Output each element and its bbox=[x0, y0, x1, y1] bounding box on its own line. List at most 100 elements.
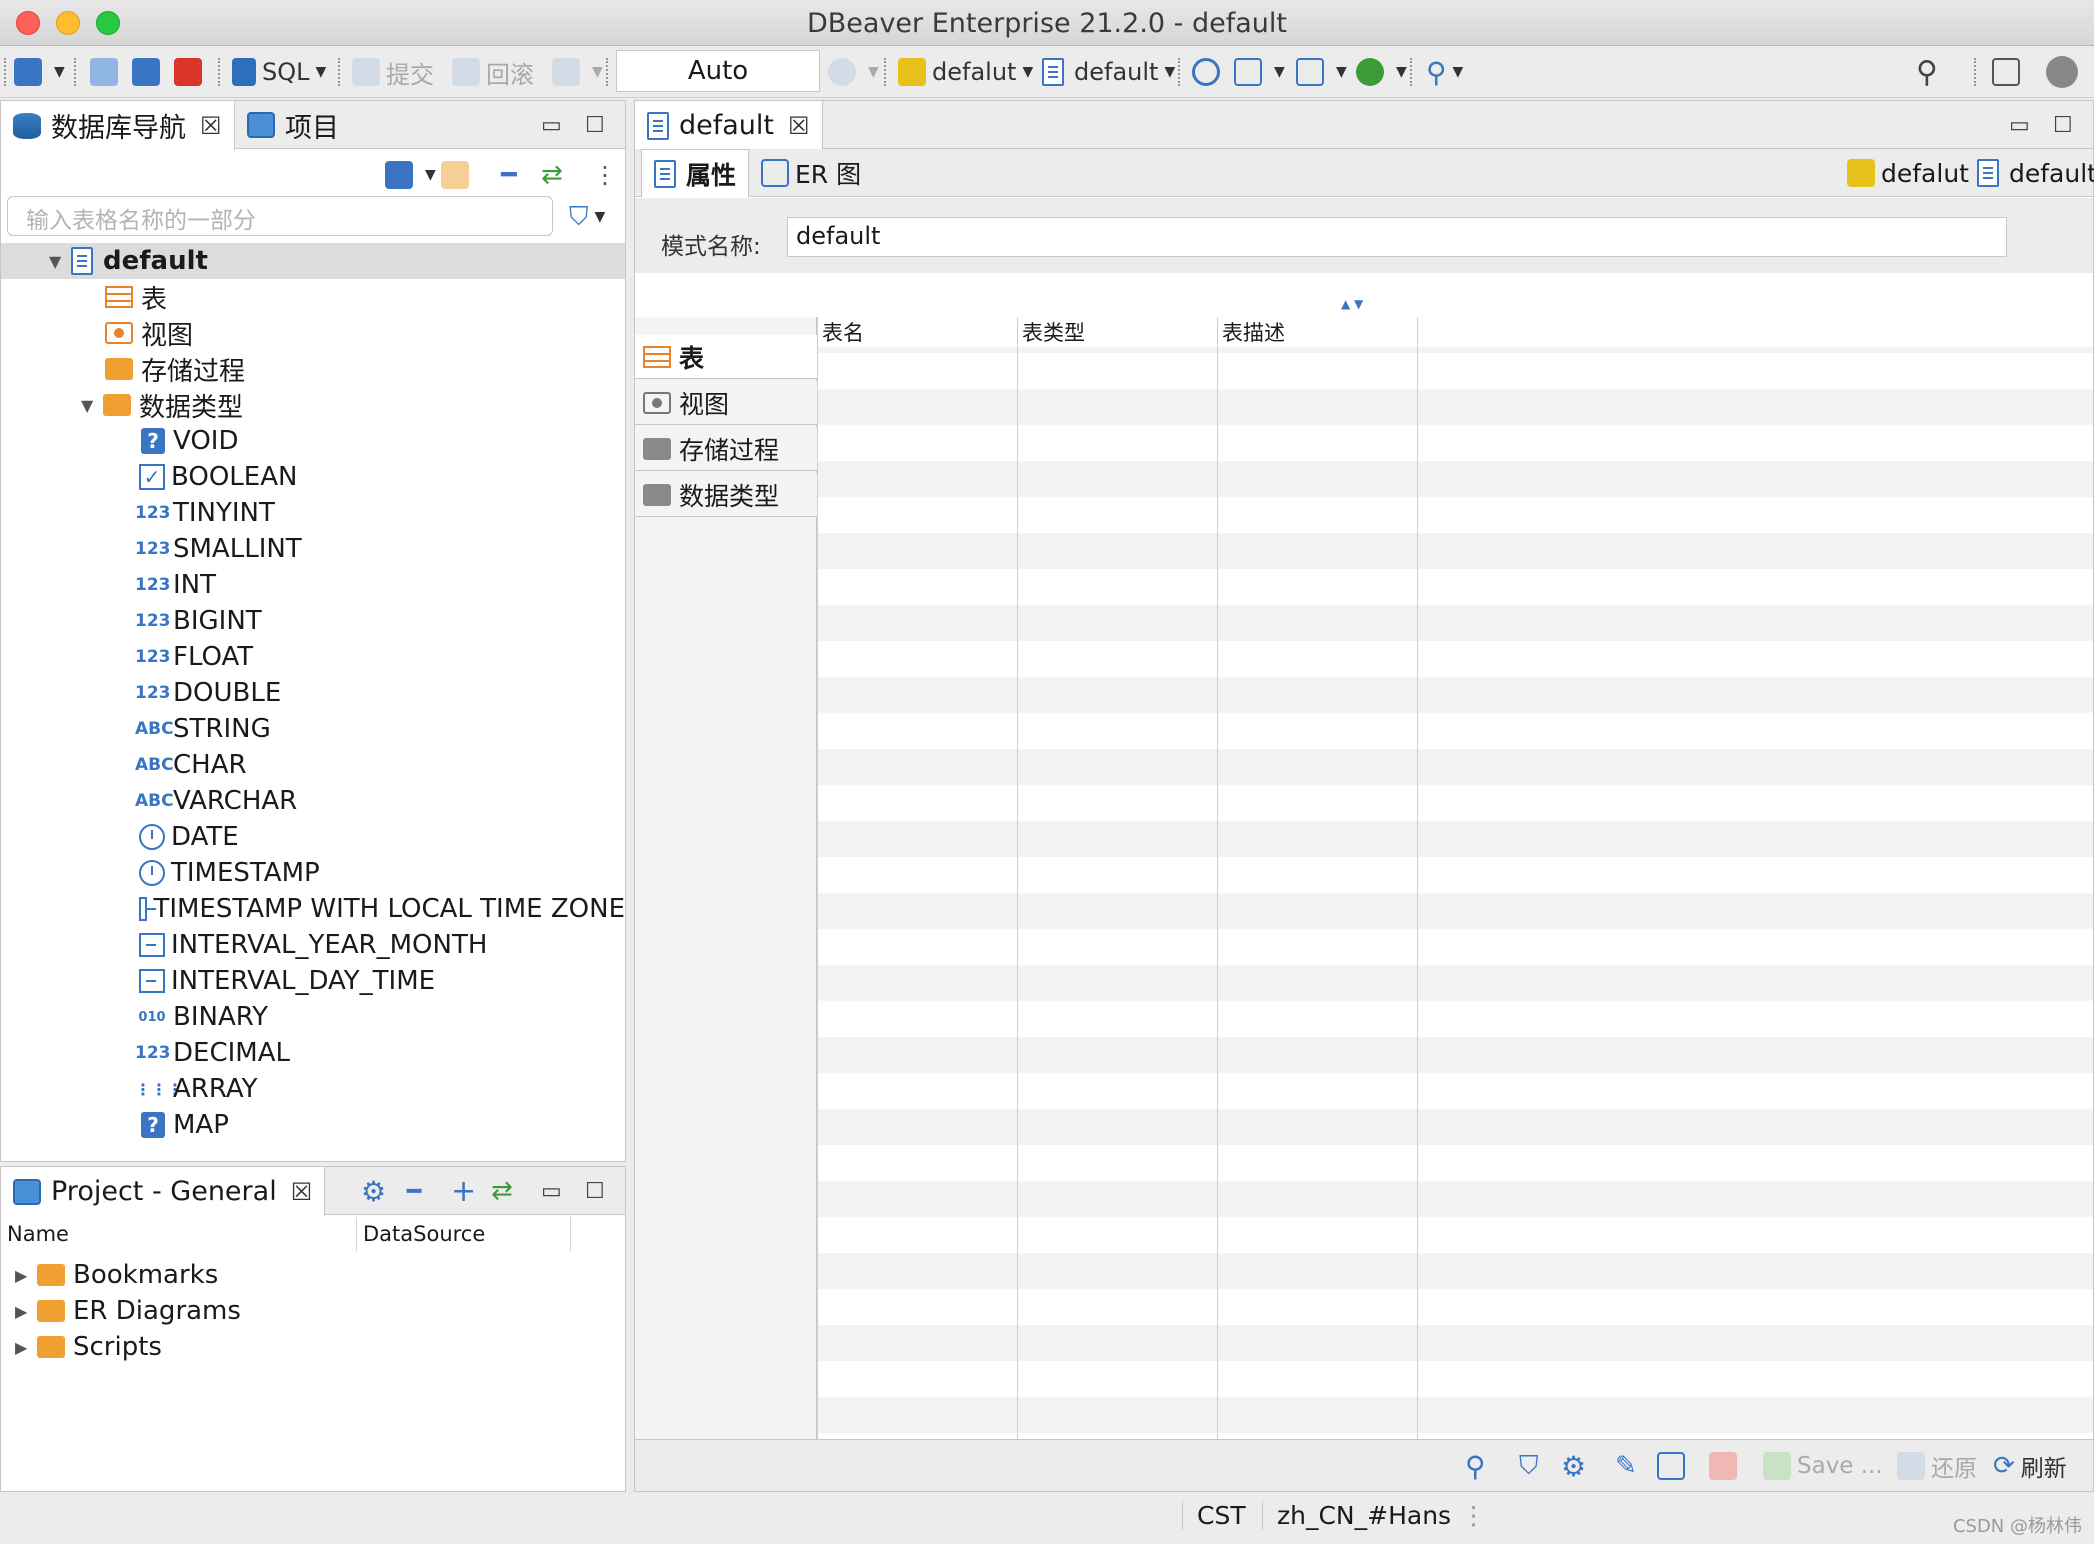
tab-database-navigator[interactable]: 数据库导航 ☒ bbox=[1, 101, 235, 150]
table-filter-input[interactable]: 输入表格名称的一部分 bbox=[7, 196, 553, 236]
filter-config-button[interactable]: ⛉ ▼ bbox=[569, 199, 605, 235]
expand-arrow-icon[interactable]: ▶ bbox=[15, 1302, 33, 1321]
sql-editor-button[interactable]: SQL ▼ bbox=[232, 54, 326, 90]
tree-node-type-int[interactable]: 123 INT bbox=[1, 567, 625, 603]
collapse-all-button[interactable]: ━ bbox=[501, 157, 517, 193]
rollback-button[interactable]: 回滚 bbox=[452, 54, 534, 90]
column-header-name[interactable]: Name bbox=[1, 1217, 357, 1251]
tree-node-type-float[interactable]: 123 FLOAT bbox=[1, 639, 625, 675]
tree-node-tables[interactable]: 表 bbox=[1, 279, 625, 315]
revert-button[interactable]: 还原 bbox=[1897, 1450, 1977, 1482]
grid-settings-button[interactable]: ⚙ bbox=[1561, 1450, 1586, 1483]
expand-arrow-icon[interactable]: ▶ bbox=[15, 1338, 33, 1357]
delete-button[interactable] bbox=[1709, 1450, 1743, 1482]
git-button[interactable]: ▼ bbox=[1234, 54, 1285, 90]
tree-node-data-types[interactable]: ▼ 数据类型 bbox=[1, 387, 625, 423]
tree-node-type-smallint[interactable]: 123 SMALLINT bbox=[1, 531, 625, 567]
splitter-arrows-icon[interactable]: ▲ ▼ bbox=[1341, 297, 1363, 311]
save-button[interactable]: Save ... bbox=[1763, 1450, 1883, 1482]
view-menu-button[interactable]: ⋮ bbox=[593, 157, 617, 193]
expand-arrow-icon[interactable]: ▼ bbox=[81, 396, 99, 415]
dashboard-button[interactable] bbox=[1192, 54, 1226, 90]
subtab-properties[interactable]: 属性 bbox=[641, 149, 750, 197]
connect-button[interactable] bbox=[90, 54, 124, 90]
tree-node-type-binary[interactable]: 010 BINARY bbox=[1, 999, 625, 1035]
close-icon[interactable]: ☒ bbox=[788, 112, 810, 140]
tables-grid[interactable]: 表名 表类型 表描述 bbox=[817, 317, 2093, 1439]
tree-node-type-boolean[interactable]: ✓ BOOLEAN bbox=[1, 459, 625, 495]
history-button[interactable]: ▼ bbox=[828, 54, 879, 90]
schema-name-field[interactable]: default bbox=[787, 217, 2007, 257]
tree-node-type-decimal[interactable]: 123 DECIMAL bbox=[1, 1035, 625, 1071]
active-schema-selector[interactable]: default ▼ bbox=[1042, 54, 1175, 90]
editor-schema-link[interactable]: default bbox=[1965, 149, 2094, 197]
grid-search-button[interactable]: ⚲ bbox=[1465, 1450, 1486, 1483]
new-connection-nav-button[interactable]: ▼ bbox=[385, 157, 436, 193]
search-toolbar-button[interactable]: ⚲ ▼ bbox=[1426, 54, 1463, 90]
tree-node-type-varchar[interactable]: ABC VARCHAR bbox=[1, 783, 625, 819]
subtab-er-diagram[interactable]: ER 图 bbox=[749, 149, 873, 197]
close-icon[interactable]: ☒ bbox=[200, 112, 222, 140]
left-tab-data-types[interactable]: 数据类型 bbox=[635, 473, 817, 517]
new-folder-button[interactable] bbox=[441, 157, 475, 193]
editor-datasource-link[interactable]: defalut bbox=[1835, 149, 1981, 197]
minimize-icon[interactable]: ▭ bbox=[2009, 113, 2030, 138]
project-item-bookmarks[interactable]: ▶ Bookmarks bbox=[15, 1257, 218, 1293]
edit-button[interactable]: ✎ bbox=[1615, 1450, 1637, 1482]
transaction-mode-field[interactable]: Auto bbox=[616, 50, 820, 92]
active-datasource-selector[interactable]: defalut ▼ bbox=[898, 54, 1033, 90]
column-header-datasource[interactable]: DataSource bbox=[357, 1217, 571, 1251]
tab-project-general[interactable]: Project - General ☒ bbox=[1, 1167, 326, 1216]
tree-node-views[interactable]: 视图 bbox=[1, 315, 625, 351]
maximize-icon[interactable]: ☐ bbox=[585, 1179, 605, 1204]
project-item-scripts[interactable]: ▶ Scripts bbox=[15, 1329, 162, 1365]
perspective-button[interactable] bbox=[1992, 54, 2026, 90]
tree-node-type-timestamp-with-local-time-zone[interactable]: TIMESTAMP WITH LOCAL TIME ZONE bbox=[1, 891, 625, 927]
link-editor-button[interactable]: ⇄ bbox=[541, 157, 563, 193]
global-search-button[interactable]: ⚲ bbox=[1916, 54, 1938, 90]
tree-node-type-void[interactable]: ? VOID bbox=[1, 423, 625, 459]
tree-node-type-interval-year-month[interactable]: INTERVAL_YEAR_MONTH bbox=[1, 927, 625, 963]
reconnect-button[interactable] bbox=[132, 54, 166, 90]
user-avatar[interactable] bbox=[2046, 54, 2084, 90]
expand-arrow-icon[interactable]: ▼ bbox=[49, 252, 67, 271]
project-settings-button[interactable]: ⚙ bbox=[361, 1173, 386, 1209]
maximize-icon[interactable]: ☐ bbox=[585, 113, 605, 138]
tree-node-type-array[interactable]: ⋮⋮⋮ ARRAY bbox=[1, 1071, 625, 1107]
collapse-project-button[interactable]: ━ bbox=[407, 1173, 421, 1209]
tree-node-type-double[interactable]: 123 DOUBLE bbox=[1, 675, 625, 711]
grid-header-table-name[interactable]: 表名 bbox=[818, 317, 1017, 347]
tree-node-default-schema[interactable]: ▼ default bbox=[1, 243, 625, 279]
tree-node-type-string[interactable]: ABC STRING bbox=[1, 711, 625, 747]
grid-header-table-type[interactable]: 表类型 bbox=[1018, 317, 1217, 347]
expand-arrow-icon[interactable]: ▶ bbox=[15, 1266, 33, 1285]
maximize-icon[interactable]: ☐ bbox=[2053, 113, 2073, 138]
tree-node-type-tinyint[interactable]: 123 TINYINT bbox=[1, 495, 625, 531]
disconnect-button[interactable] bbox=[174, 54, 208, 90]
close-icon[interactable]: ☒ bbox=[291, 1178, 313, 1206]
tab-editor-default[interactable]: default ☒ bbox=[635, 101, 823, 150]
left-tab-views[interactable]: 视图 bbox=[635, 381, 817, 425]
refresh-button[interactable]: ⟳ 刷新 bbox=[1993, 1450, 2067, 1482]
tree-node-type-map[interactable]: ? MAP bbox=[1, 1107, 625, 1143]
grid-filter-button[interactable]: ⛉ bbox=[1519, 1450, 1539, 1482]
grid-header-table-description[interactable]: 表描述 bbox=[1218, 317, 1417, 347]
tree-node-type-date[interactable]: DATE bbox=[1, 819, 625, 855]
tree-node-type-char[interactable]: ABC CHAR bbox=[1, 747, 625, 783]
tree-node-type-bigint[interactable]: 123 BIGINT bbox=[1, 603, 625, 639]
tree-node-type-interval-day-time[interactable]: INTERVAL_DAY_TIME bbox=[1, 963, 625, 999]
network-button[interactable]: ▼ bbox=[1296, 54, 1347, 90]
add-project-button[interactable]: + bbox=[451, 1173, 476, 1209]
new-connection-button[interactable]: ▼ bbox=[14, 54, 65, 90]
link-project-button[interactable]: ⇄ bbox=[491, 1173, 513, 1209]
tree-node-type-timestamp[interactable]: TIMESTAMP bbox=[1, 855, 625, 891]
transaction-mode-button[interactable]: ▼ bbox=[552, 54, 603, 90]
commit-button[interactable]: 提交 bbox=[352, 54, 434, 90]
left-tab-procedures[interactable]: 存储过程 bbox=[635, 427, 817, 471]
tree-node-procedures[interactable]: 存储过程 bbox=[1, 351, 625, 387]
minimize-icon[interactable]: ▭ bbox=[541, 1179, 562, 1204]
tab-projects[interactable]: 项目 bbox=[235, 101, 351, 149]
navigator-tree[interactable]: ▼ default 表 视图 存储过程 ▼ 数据类型 ? VOID ✓ BOOLEAN… bbox=[1, 243, 625, 1161]
create-button[interactable] bbox=[1657, 1450, 1691, 1482]
debug-button[interactable]: ▼ bbox=[1356, 54, 1407, 90]
